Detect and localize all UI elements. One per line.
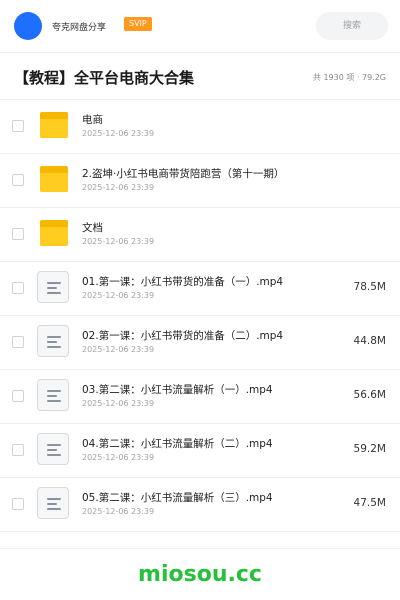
item-size: 78.5M bbox=[353, 281, 386, 293]
item-size: 47.5M bbox=[353, 497, 386, 509]
select-checkbox[interactable] bbox=[12, 498, 24, 510]
select-checkbox[interactable] bbox=[12, 282, 24, 294]
item-date: 2025-12-06 23:39 bbox=[82, 453, 155, 462]
select-checkbox[interactable] bbox=[12, 390, 24, 402]
folder-icon bbox=[40, 166, 68, 192]
select-checkbox[interactable] bbox=[12, 336, 24, 348]
item-name: 02.第一课：小红书带货的准备（二）.mp4 bbox=[82, 330, 284, 342]
folder-icon bbox=[40, 112, 68, 138]
list-item[interactable]: 03.第二课：小红书流量解析（一）.mp4 2025-12-06 23:39 5… bbox=[0, 370, 400, 424]
item-name: 01.第一课：小红书带货的准备（一）.mp4 bbox=[82, 276, 284, 288]
video-file-icon bbox=[37, 325, 69, 357]
item-size: 44.8M bbox=[353, 335, 386, 347]
folder-icon bbox=[40, 220, 68, 246]
item-name: 电商 bbox=[82, 114, 103, 126]
top-bar: 夸克网盘分享 SVIP bbox=[0, 0, 400, 53]
svip-badge: SVIP bbox=[124, 17, 152, 31]
item-name: 2.盗坤·小红书电商带货陪跑营（第十一期） bbox=[82, 168, 285, 180]
list-item[interactable]: 04.第二课：小红书流量解析（二）.mp4 2025-12-06 23:39 5… bbox=[0, 424, 400, 478]
list-item[interactable]: 02.第一课：小红书带货的准备（二）.mp4 2025-12-06 23:39 … bbox=[0, 316, 400, 370]
item-date: 2025-12-06 23:39 bbox=[82, 237, 155, 246]
page-title: 【教程】全平台电商大合集 bbox=[14, 69, 195, 87]
select-checkbox[interactable] bbox=[12, 444, 24, 456]
video-file-icon bbox=[37, 433, 69, 465]
item-date: 2025-12-06 23:39 bbox=[82, 129, 155, 138]
file-list: 电商 2025-12-06 23:39 2.盗坤·小红书电商带货陪跑营（第十一期… bbox=[0, 100, 400, 532]
item-name: 05.第二课：小红书流量解析（三）.mp4 bbox=[82, 492, 273, 504]
list-item[interactable]: 05.第二课：小红书流量解析（三）.mp4 2025-12-06 23:39 4… bbox=[0, 478, 400, 532]
item-name: 04.第二课：小红书流量解析（二）.mp4 bbox=[82, 438, 273, 450]
item-date: 2025-12-06 23:39 bbox=[82, 507, 155, 516]
select-checkbox[interactable] bbox=[12, 120, 24, 132]
list-item[interactable]: 电商 2025-12-06 23:39 bbox=[0, 100, 400, 154]
item-name: 文档 bbox=[82, 222, 103, 234]
list-item[interactable]: 2.盗坤·小红书电商带货陪跑营（第十一期） 2025-12-06 23:39 bbox=[0, 154, 400, 208]
select-checkbox[interactable] bbox=[12, 228, 24, 240]
item-name: 03.第二课：小红书流量解析（一）.mp4 bbox=[82, 384, 273, 396]
footer-divider bbox=[0, 548, 400, 549]
item-summary: 共 1930 项 · 79.2G bbox=[312, 73, 386, 82]
list-item[interactable]: 文档 2025-12-06 23:39 bbox=[0, 208, 400, 262]
video-file-icon bbox=[37, 487, 69, 519]
video-file-icon bbox=[37, 271, 69, 303]
item-date: 2025-12-06 23:39 bbox=[82, 399, 155, 408]
avatar[interactable] bbox=[14, 12, 42, 40]
search-input[interactable] bbox=[316, 12, 388, 40]
brand-name: 夸克网盘分享 bbox=[52, 23, 107, 33]
item-date: 2025-12-06 23:39 bbox=[82, 291, 155, 300]
item-size: 56.6M bbox=[353, 389, 386, 401]
watermark: miosou.cc bbox=[138, 562, 262, 587]
item-size: 59.2M bbox=[353, 443, 386, 455]
select-checkbox[interactable] bbox=[12, 174, 24, 186]
item-date: 2025-12-06 23:39 bbox=[82, 183, 155, 192]
folder-title-bar: 【教程】全平台电商大合集 共 1930 项 · 79.2G bbox=[0, 53, 400, 100]
item-date: 2025-12-06 23:39 bbox=[82, 345, 155, 354]
video-file-icon bbox=[37, 379, 69, 411]
list-item[interactable]: 01.第一课：小红书带货的准备（一）.mp4 2025-12-06 23:39 … bbox=[0, 262, 400, 316]
